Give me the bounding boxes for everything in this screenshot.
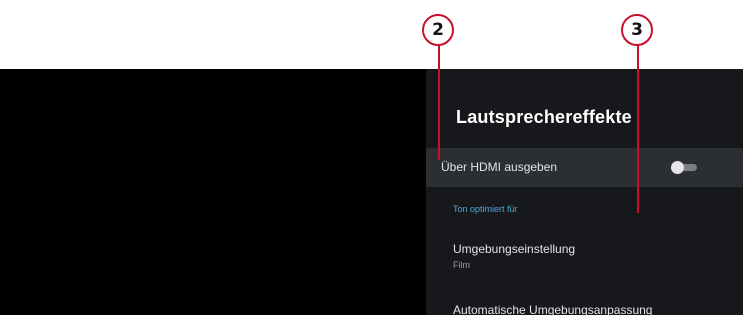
callout-2-line	[438, 44, 440, 160]
toggle-thumb	[671, 161, 684, 174]
callout-3-badge: 3	[621, 14, 653, 46]
auto-surround-adjust-row[interactable]: Automatische Umgebungsanpassung	[426, 294, 743, 317]
callout-2-badge: 2	[422, 14, 454, 46]
hdmi-output-row[interactable]: Über HDMI ausgeben	[426, 148, 743, 187]
surround-setting-row[interactable]: Umgebungseinstellung Film	[426, 233, 743, 273]
panel-title: Lautsprechereffekte	[456, 107, 632, 127]
hdmi-output-toggle[interactable]	[671, 161, 697, 174]
surround-setting-label: Umgebungseinstellung	[453, 242, 576, 256]
surround-setting-value: Film	[453, 260, 470, 270]
hdmi-output-label: Über HDMI ausgeben	[441, 160, 558, 174]
settings-panel: Lautsprechereffekte Über HDMI ausgeben T…	[426, 69, 743, 317]
section-header-sound-optimized: Ton optimiert für	[453, 204, 518, 214]
callout-3-line	[637, 44, 639, 213]
